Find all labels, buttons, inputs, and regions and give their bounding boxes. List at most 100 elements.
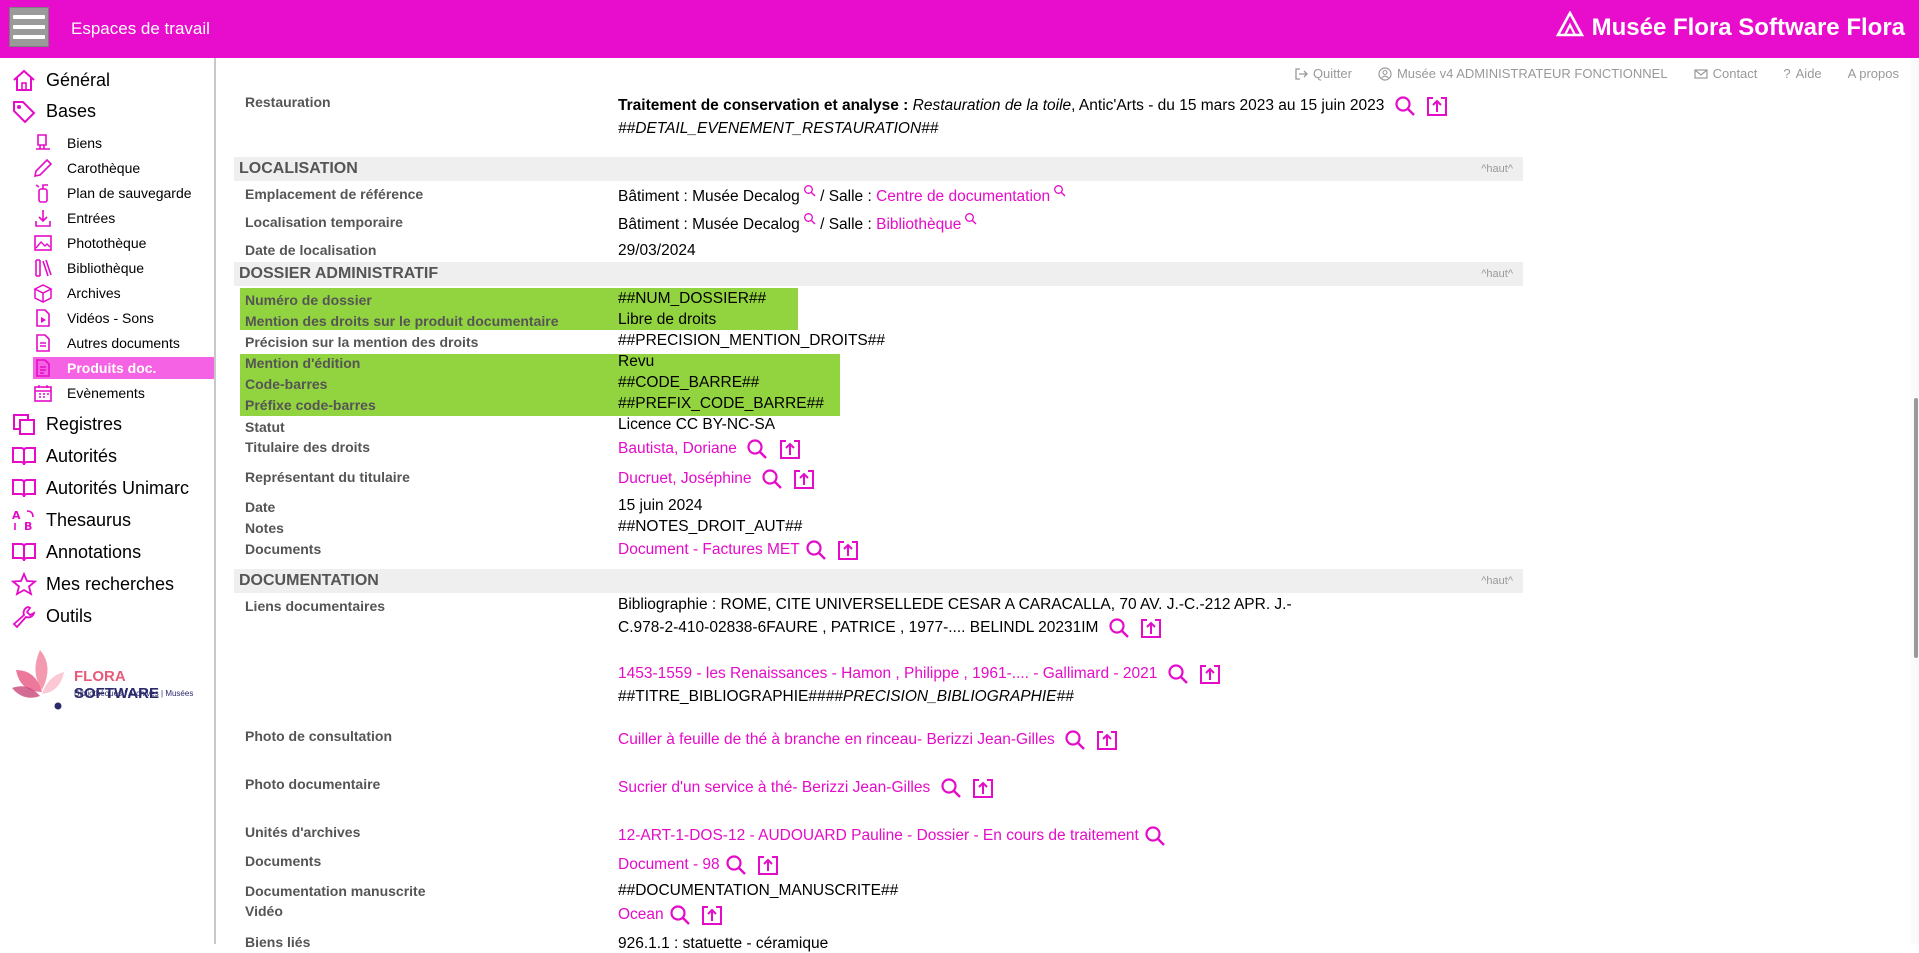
sidebar-item-videos-sons[interactable]: Vidéos - Sons <box>33 307 214 329</box>
open-record-icon[interactable] <box>1198 663 1222 685</box>
photo-consultation-link[interactable]: Cuiller à feuille de thé à branche en ri… <box>618 731 1055 748</box>
open-record-icon[interactable] <box>1139 617 1163 639</box>
field-value-photo-documentaire: Sucrier d'un service à thé- Berizzi Jean… <box>618 777 995 799</box>
field-value-documents: Document - Factures MET <box>618 539 860 561</box>
field-value-unites-archives: 12-ART-1-DOS-12 - AUDOUARD Pauline - Dos… <box>618 825 1167 847</box>
field-label-date: Date <box>245 499 276 515</box>
sidebar-item-autorites[interactable]: Autorités <box>0 441 214 471</box>
archive-unit-link[interactable]: 12-ART-1-DOS-12 - AUDOUARD Pauline - Dos… <box>618 827 1139 844</box>
field-value-localisation-temporaire: Bâtiment : Musée Decalog / Salle : Bibli… <box>618 213 977 234</box>
sidebar-item-entrees[interactable]: Entrées <box>33 207 214 229</box>
document-icon <box>33 333 53 353</box>
section-header-dossier-administratif: DOSSIER ADMINISTRATIF ^haut^ <box>234 262 1523 286</box>
document-98-link[interactable]: Document - 98 <box>618 856 720 873</box>
copy-icon <box>11 412 37 436</box>
tag-icon <box>11 99 37 124</box>
workspaces-link[interactable]: Espaces de travail <box>71 19 210 39</box>
open-record-icon[interactable] <box>1425 95 1449 117</box>
sidebar-item-registres[interactable]: Registres <box>0 409 214 439</box>
search-icon[interactable] <box>1143 825 1167 847</box>
search-icon[interactable] <box>745 438 769 460</box>
open-book-icon <box>11 540 37 564</box>
field-label-unites-archives: Unités d'archives <box>245 824 361 840</box>
search-icon[interactable] <box>760 468 784 490</box>
search-icon[interactable] <box>668 904 692 926</box>
field-value-statut: Licence CC BY-NC-SA <box>618 416 776 433</box>
sidebar-item-general[interactable]: Général <box>0 65 214 95</box>
hamburger-menu-button[interactable] <box>9 7 49 47</box>
open-record-icon[interactable] <box>971 777 995 799</box>
field-value-date: 15 juin 2024 <box>618 497 703 514</box>
video-link[interactable]: Ocean <box>618 906 664 923</box>
search-icon[interactable] <box>1166 663 1190 685</box>
search-icon[interactable] <box>1107 617 1131 639</box>
search-icon[interactable] <box>803 212 816 225</box>
sidebar-item-bases[interactable]: Bases <box>0 96 214 126</box>
field-value-documentation-manuscrite: ##DOCUMENTATION_MANUSCRITE## <box>618 882 899 899</box>
room-link[interactable]: Bibliothèque <box>876 216 961 233</box>
back-to-top-link[interactable]: ^haut^ <box>1481 163 1513 175</box>
sidebar-item-bibliotheque[interactable]: Bibliothèque <box>33 257 214 279</box>
search-icon[interactable] <box>804 539 828 561</box>
open-book-icon <box>11 476 37 500</box>
back-to-top-link[interactable]: ^haut^ <box>1481 575 1513 587</box>
field-value-restauration: Traitement de conservation et analyse : … <box>618 95 1449 117</box>
search-icon[interactable] <box>939 777 963 799</box>
building-name: Bâtiment : Musée Decalog <box>618 216 800 233</box>
search-icon[interactable] <box>1063 729 1087 751</box>
sidebar-item-label: Evènements <box>67 385 145 401</box>
open-record-icon[interactable] <box>792 468 816 490</box>
sidebar-item-annotations[interactable]: Annotations <box>0 537 214 567</box>
field-value-biens-lies: 926.1.1 : statuette - céramique <box>618 935 829 952</box>
sidebar-item-label: Annotations <box>46 541 142 562</box>
sidebar-item-evenements[interactable]: Evènements <box>33 382 214 404</box>
page-scrollbar[interactable] <box>1911 58 1919 944</box>
photo-documentaire-link[interactable]: Sucrier d'un service à thé- Berizzi Jean… <box>618 779 930 796</box>
back-to-top-link[interactable]: ^haut^ <box>1481 268 1513 280</box>
open-record-icon[interactable] <box>1095 729 1119 751</box>
sidebar-item-label: Outils <box>46 605 93 626</box>
sidebar-item-mes-recherches[interactable]: Mes recherches <box>0 569 214 599</box>
sidebar-item-plan-sauvegarde[interactable]: Plan de sauvegarde <box>33 182 214 204</box>
sidebar-item-label: Plan de sauvegarde <box>67 185 192 201</box>
sidebar-item-produits-doc[interactable]: Produits doc. <box>33 357 214 379</box>
field-label-documents: Documents <box>245 541 322 557</box>
sidebar-item-archives[interactable]: Archives <box>33 282 214 304</box>
sidebar-item-autres-documents[interactable]: Autres documents <box>33 332 214 354</box>
open-record-icon[interactable] <box>756 854 780 876</box>
sidebar-item-carotheque[interactable]: Carothèque <box>33 157 214 179</box>
representant-link[interactable]: Ducruet, Joséphine <box>618 470 752 487</box>
sidebar-item-label: Thesaurus <box>46 509 132 530</box>
search-icon[interactable] <box>964 212 977 225</box>
field-value-precision-droits: ##PRECISION_MENTION_DROITS## <box>618 332 886 349</box>
search-icon[interactable] <box>1393 95 1417 117</box>
open-record-icon[interactable] <box>700 904 724 926</box>
sidebar-item-autorites-unimarc[interactable]: Autorités Unimarc <box>0 473 214 503</box>
open-record-icon[interactable] <box>836 539 860 561</box>
search-icon[interactable] <box>803 184 816 197</box>
open-record-icon[interactable] <box>778 438 802 460</box>
field-label-mention-droits: Mention des droits sur le produit docume… <box>245 313 559 329</box>
field-value-mention-droits: Libre de droits <box>618 311 717 328</box>
titulaire-link[interactable]: Bautista, Doriane <box>618 440 737 457</box>
sidebar-item-phototheque[interactable]: Photothèque <box>33 232 214 254</box>
search-icon[interactable] <box>724 854 748 876</box>
sidebar-item-label: Bibliothèque <box>67 260 145 276</box>
document-link[interactable]: Document - Factures MET <box>618 541 800 558</box>
wrench-icon <box>11 604 37 629</box>
sidebar-item-label: Autorités <box>46 445 118 466</box>
sidebar-item-biens[interactable]: Biens <box>33 132 214 154</box>
sidebar-item-outils[interactable]: Outils <box>0 601 214 631</box>
section-header-localisation: LOCALISATION ^haut^ <box>234 157 1523 181</box>
pen-icon <box>33 158 53 178</box>
brand-title: Musée Flora Software Flora <box>1591 13 1905 41</box>
room-link[interactable]: Centre de documentation <box>876 188 1050 205</box>
sidebar-item-label: Biens <box>67 135 103 151</box>
sidebar-item-label: Photothèque <box>67 235 147 251</box>
field-label-date-localisation: Date de localisation <box>245 242 377 258</box>
search-icon[interactable] <box>1053 184 1066 197</box>
field-label-precision-droits: Précision sur la mention des droits <box>245 334 479 350</box>
bibliography-link[interactable]: 1453-1559 - les Renaissances - Hamon , P… <box>618 665 1157 682</box>
scrollbar-thumb[interactable] <box>1914 398 1918 658</box>
sidebar-item-thesaurus[interactable]: AB Thesaurus <box>0 505 214 535</box>
